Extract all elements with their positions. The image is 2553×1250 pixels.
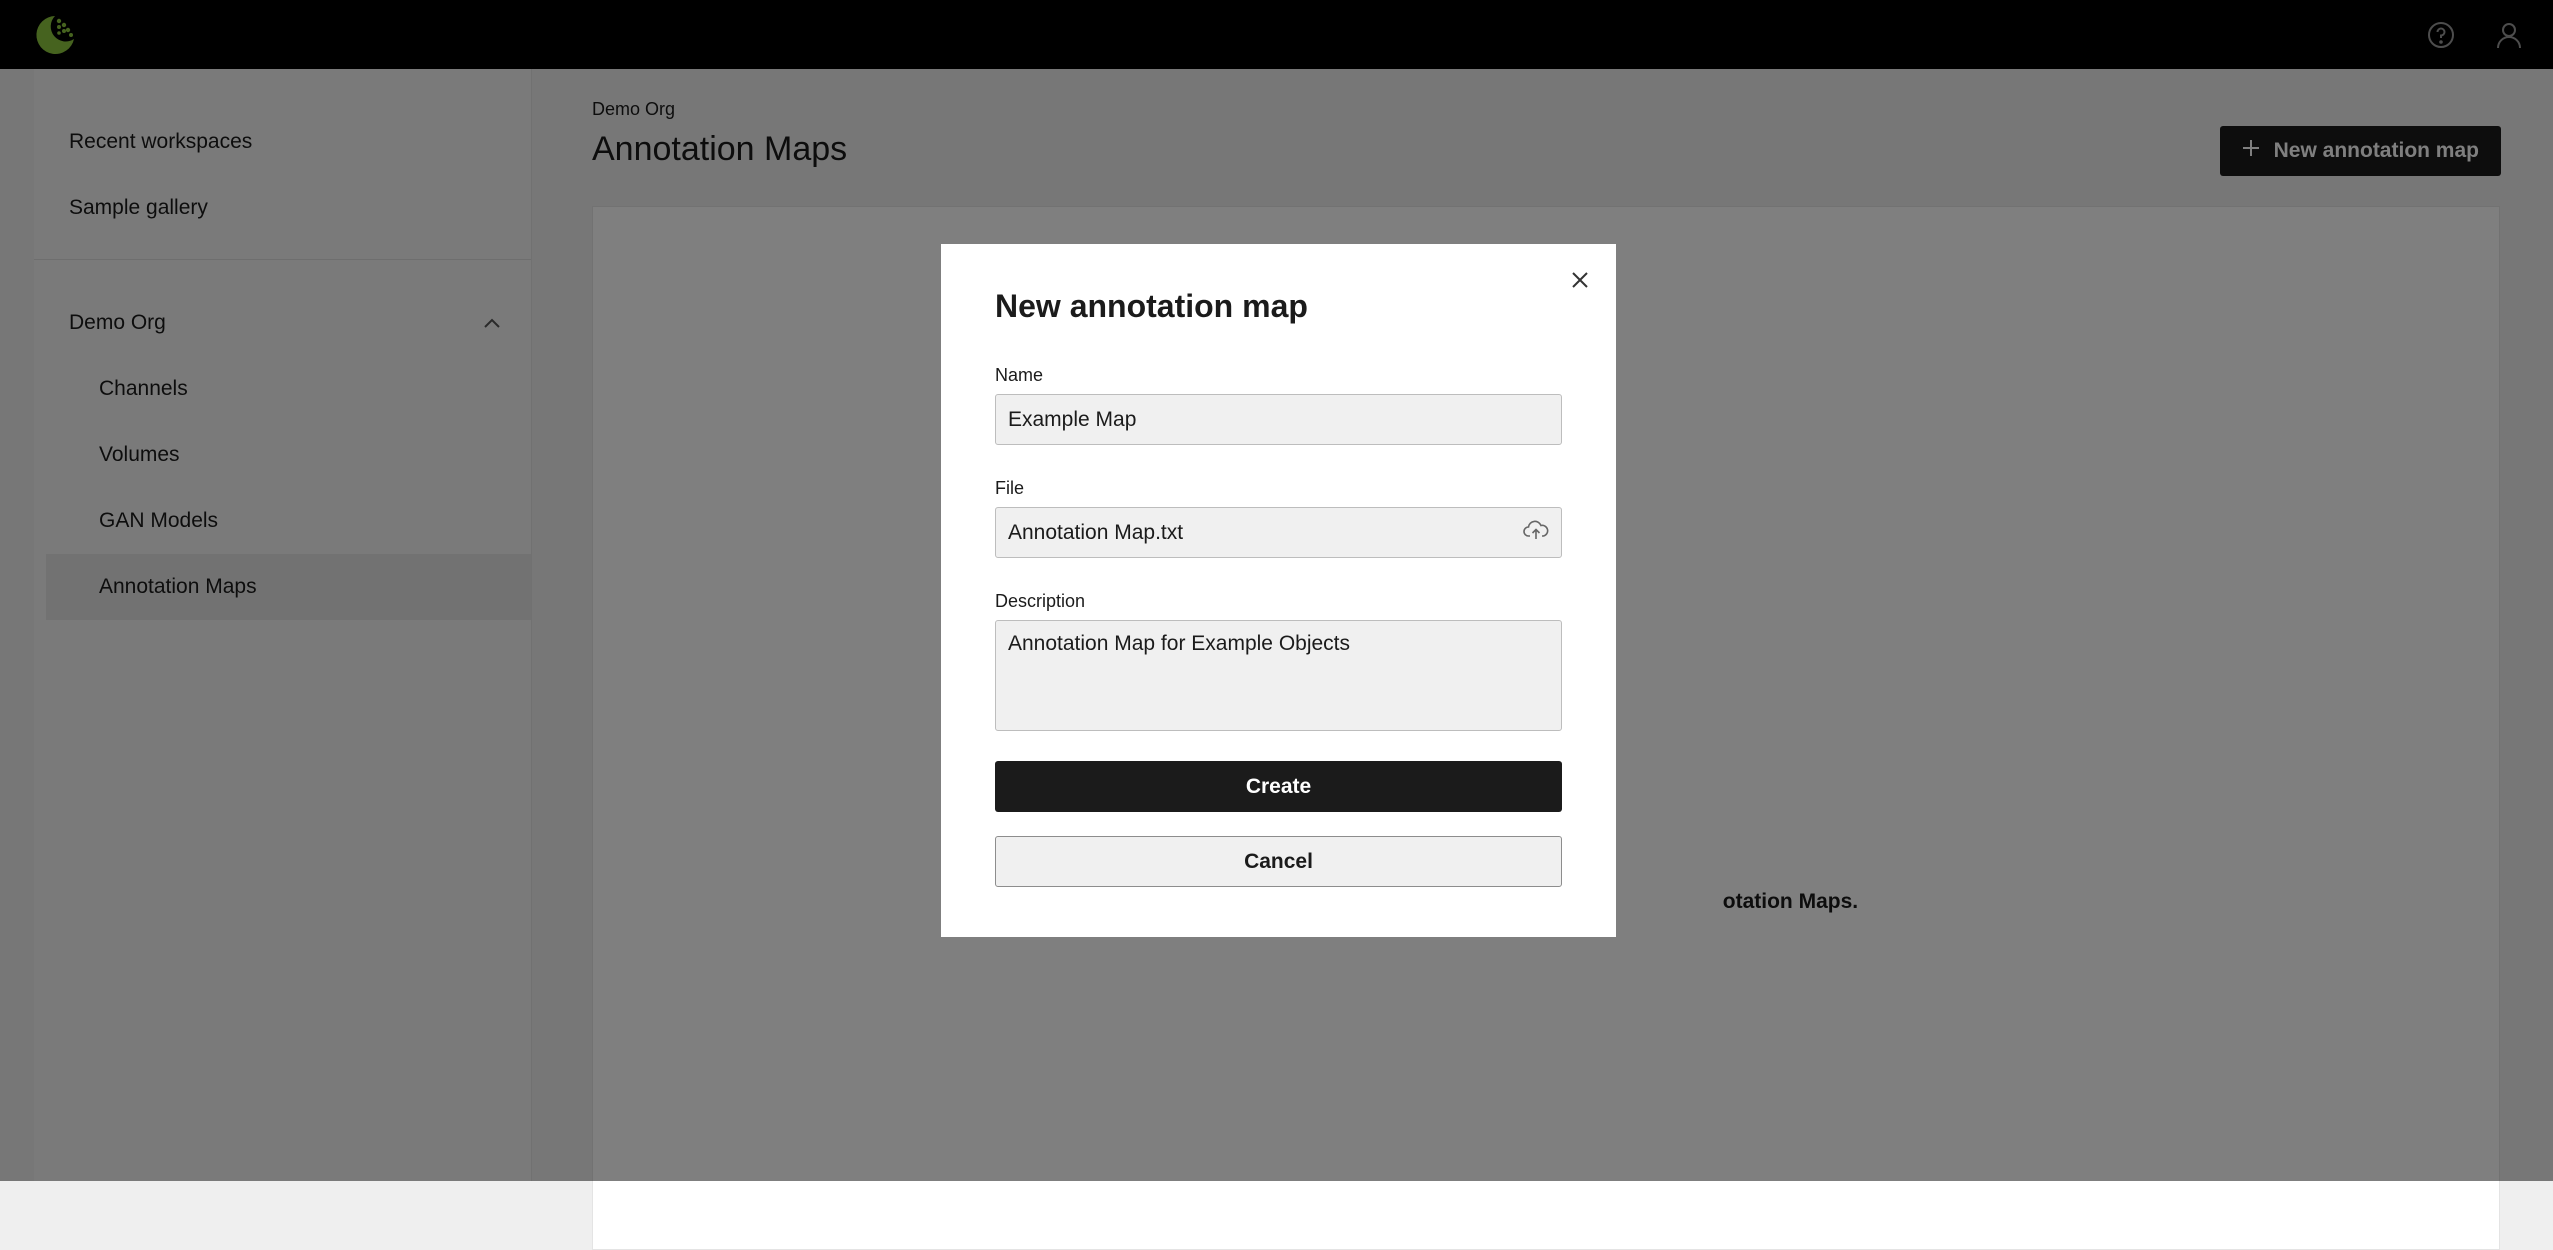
cancel-button[interactable]: Cancel (995, 836, 1562, 887)
name-input-value: Example Map (1008, 407, 1137, 431)
dialog-title: New annotation map (995, 288, 1308, 324)
upload-cloud-icon[interactable] (1523, 519, 1549, 547)
create-button[interactable]: Create (995, 761, 1562, 812)
description-label: Description (995, 591, 1086, 611)
close-icon[interactable] (1566, 266, 1594, 294)
file-input-value: Annotation Map.txt (1008, 520, 1184, 544)
description-textarea[interactable]: Annotation Map for Example Objects (995, 620, 1562, 731)
new-annotation-map-dialog: New annotation map Name Example Map File… (941, 244, 1616, 937)
name-label: Name (995, 365, 1044, 385)
file-label: File (995, 478, 1025, 498)
name-input[interactable]: Example Map (995, 394, 1562, 445)
file-input[interactable]: Annotation Map.txt (995, 507, 1562, 558)
